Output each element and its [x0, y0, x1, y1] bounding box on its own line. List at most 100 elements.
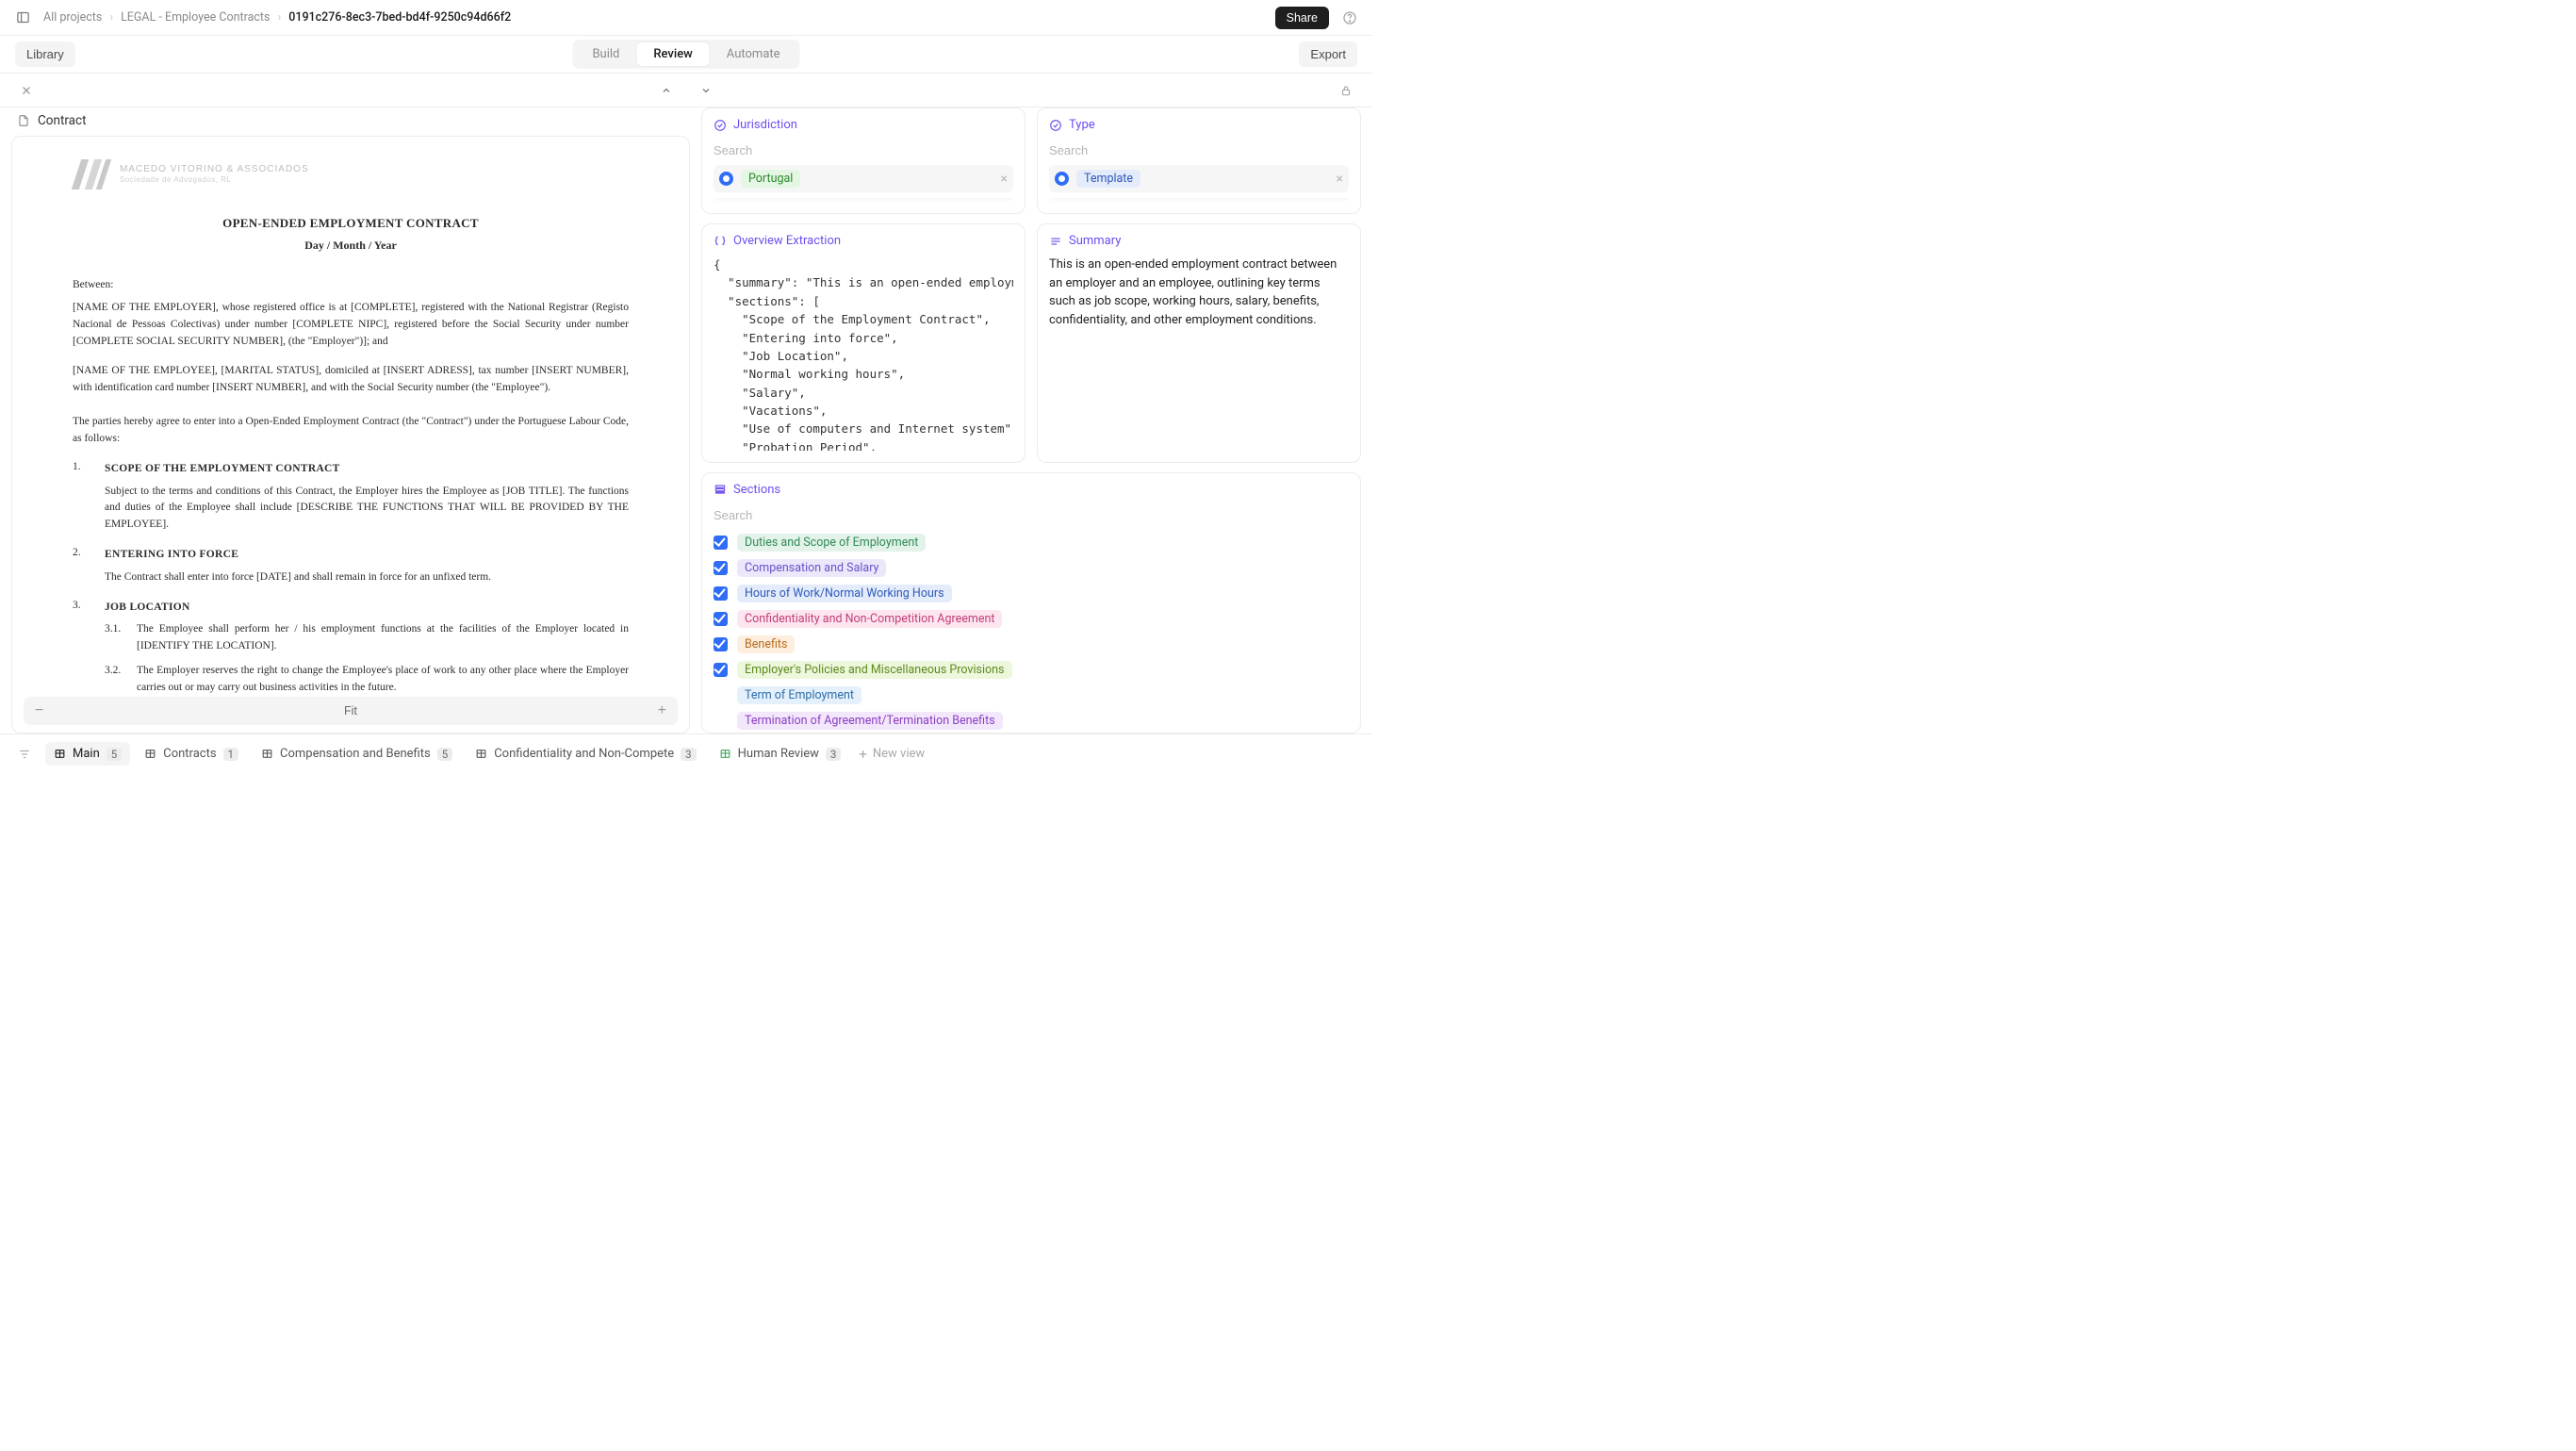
share-button[interactable]: Share — [1275, 7, 1329, 29]
zoom-level[interactable]: Fit — [344, 704, 357, 717]
close-icon[interactable] — [15, 79, 38, 102]
list-icon — [714, 483, 727, 496]
view-tab[interactable]: Contracts1 — [136, 742, 247, 766]
section-chip: Compensation and Salary — [737, 559, 886, 577]
section-chip: Termination of Agreement/Termination Ben… — [737, 712, 1003, 730]
section-checkbox[interactable] — [714, 637, 728, 651]
view-tab[interactable]: Human Review3 — [711, 742, 850, 766]
breadcrumb-sep: › — [109, 10, 113, 25]
jurisdiction-card: Jurisdiction Portugal × — [701, 107, 1025, 214]
next-record-icon[interactable] — [695, 79, 717, 102]
radio-selected-icon[interactable] — [1055, 172, 1069, 186]
tab-build[interactable]: Build — [575, 42, 636, 66]
section-item[interactable]: Termination of Agreement/Termination Ben… — [714, 712, 1349, 730]
view-tab-label: Main — [73, 747, 100, 761]
section-item[interactable]: Benefits — [714, 635, 1349, 653]
overview-extraction-card: Overview Extraction { "summary": "This i… — [701, 223, 1025, 463]
view-tab-count: 3 — [681, 748, 696, 761]
jurisdiction-value-row[interactable]: Portugal × — [714, 165, 1013, 192]
section-1-head: SCOPE OF THE EMPLOYMENT CONTRACT — [105, 461, 629, 478]
type-search-input[interactable] — [1049, 140, 1349, 165]
clear-type-icon[interactable]: × — [1337, 172, 1343, 187]
filter-icon[interactable] — [13, 743, 36, 766]
library-button[interactable]: Library — [15, 41, 75, 67]
view-tab-count: 5 — [437, 748, 452, 761]
view-tab[interactable]: Main 5 — [45, 742, 130, 766]
new-view-label: New view — [873, 747, 925, 761]
doc-date: Day / Month / Year — [73, 239, 629, 253]
help-icon[interactable] — [1338, 7, 1361, 29]
section-chip: Confidentiality and Non-Competition Agre… — [737, 610, 1002, 628]
tab-automate[interactable]: Automate — [710, 42, 797, 66]
subsection-number: 3.1. — [105, 621, 125, 655]
section-item[interactable]: Hours of Work/Normal Working Hours — [714, 585, 1349, 602]
subsection-3-1: The Employee shall perform her / his emp… — [137, 621, 629, 655]
section-chip: Hours of Work/Normal Working Hours — [737, 585, 952, 602]
breadcrumb: All projects › LEGAL - Employee Contract… — [43, 10, 511, 25]
jurisdiction-search-input[interactable] — [714, 140, 1013, 165]
section-2-head: ENTERING INTO FORCE — [105, 547, 629, 564]
view-tab-count: 5 — [107, 748, 122, 761]
tab-review[interactable]: Review — [636, 42, 709, 66]
prev-record-icon[interactable] — [655, 79, 678, 102]
export-button[interactable]: Export — [1299, 41, 1357, 67]
type-value-row[interactable]: Template × — [1049, 165, 1349, 192]
firm-name: MACEDO VITORINO & ASSOCIADOS — [120, 164, 309, 175]
summary-title: Summary — [1069, 234, 1121, 248]
breadcrumb-sep: › — [277, 10, 281, 25]
doc-intro: The parties hereby agree to enter into a… — [73, 414, 629, 448]
type-chip: Template — [1076, 170, 1140, 188]
view-tab[interactable]: Confidentiality and Non-Compete 3 — [467, 742, 704, 766]
section-number: 2. — [73, 547, 86, 586]
radio-selected-icon[interactable] — [719, 172, 733, 186]
section-item[interactable]: Employer's Policies and Miscellaneous Pr… — [714, 661, 1349, 679]
section-checkbox[interactable] — [714, 561, 728, 575]
zoom-in-button[interactable]: + — [658, 703, 666, 718]
section-number: 1. — [73, 461, 86, 534]
firm-logo: MACEDO VITORINO & ASSOCIADOS Sociedade d… — [73, 159, 629, 190]
overview-json[interactable]: { "summary": "This is an open-ended empl… — [714, 256, 1013, 451]
clear-jurisdiction-icon[interactable]: × — [1001, 172, 1008, 187]
lock-icon[interactable] — [1335, 79, 1357, 102]
check-circle-icon — [1049, 119, 1062, 132]
section-item[interactable]: Confidentiality and Non-Competition Agre… — [714, 610, 1349, 628]
sidebar-toggle-icon[interactable] — [11, 7, 34, 29]
document-viewer[interactable]: MACEDO VITORINO & ASSOCIADOS Sociedade d… — [11, 136, 690, 734]
sections-search-input[interactable] — [714, 504, 1349, 530]
section-number: 3. — [73, 600, 86, 704]
document-icon — [17, 114, 30, 127]
overview-title: Overview Extraction — [733, 234, 841, 248]
zoom-out-button[interactable]: − — [35, 703, 43, 718]
section-checkbox[interactable] — [714, 536, 728, 550]
doc-para-employee: [NAME OF THE EMPLOYEE], [MARITAL STATUS]… — [73, 363, 629, 397]
section-chip: Benefits — [737, 635, 795, 653]
document-tab-title: Contract — [38, 113, 87, 128]
section-chip: Duties and Scope of Employment — [737, 534, 926, 552]
summary-text: This is an open-ended employment contrac… — [1049, 256, 1349, 329]
section-checkbox[interactable] — [714, 586, 728, 601]
braces-icon — [714, 235, 727, 248]
jurisdiction-title: Jurisdiction — [733, 118, 797, 132]
breadcrumb-project[interactable]: LEGAL - Employee Contracts — [121, 10, 270, 25]
section-item[interactable]: Term of Employment — [714, 686, 1349, 704]
view-tab-label: Confidentiality and Non-Compete — [494, 747, 674, 761]
section-chip: Term of Employment — [737, 686, 861, 704]
type-title: Type — [1069, 118, 1095, 132]
sections-card: Sections Duties and Scope of EmploymentC… — [701, 472, 1361, 734]
subsection-3-2: The Employer reserves the right to chang… — [137, 663, 629, 697]
section-checkbox[interactable] — [714, 612, 728, 626]
section-item[interactable]: Compensation and Salary — [714, 559, 1349, 577]
doc-between-label: Between: — [73, 279, 629, 290]
subsection-number: 3.2. — [105, 663, 125, 697]
view-tab[interactable]: Compensation and Benefits 5 — [253, 742, 461, 766]
view-tab-label: Compensation and Benefits — [280, 747, 431, 761]
check-circle-icon — [714, 119, 727, 132]
type-card: Type Template × — [1037, 107, 1361, 214]
new-view-button[interactable]: + New view — [859, 746, 925, 763]
section-checkbox[interactable] — [714, 663, 728, 677]
summary-card: Summary This is an open-ended employment… — [1037, 223, 1361, 463]
section-item[interactable]: Duties and Scope of Employment — [714, 534, 1349, 552]
firm-subtitle: Sociedade de Advogados, RL — [120, 175, 309, 185]
view-tab-count: 1 — [223, 748, 238, 761]
breadcrumb-root[interactable]: All projects — [43, 10, 102, 25]
